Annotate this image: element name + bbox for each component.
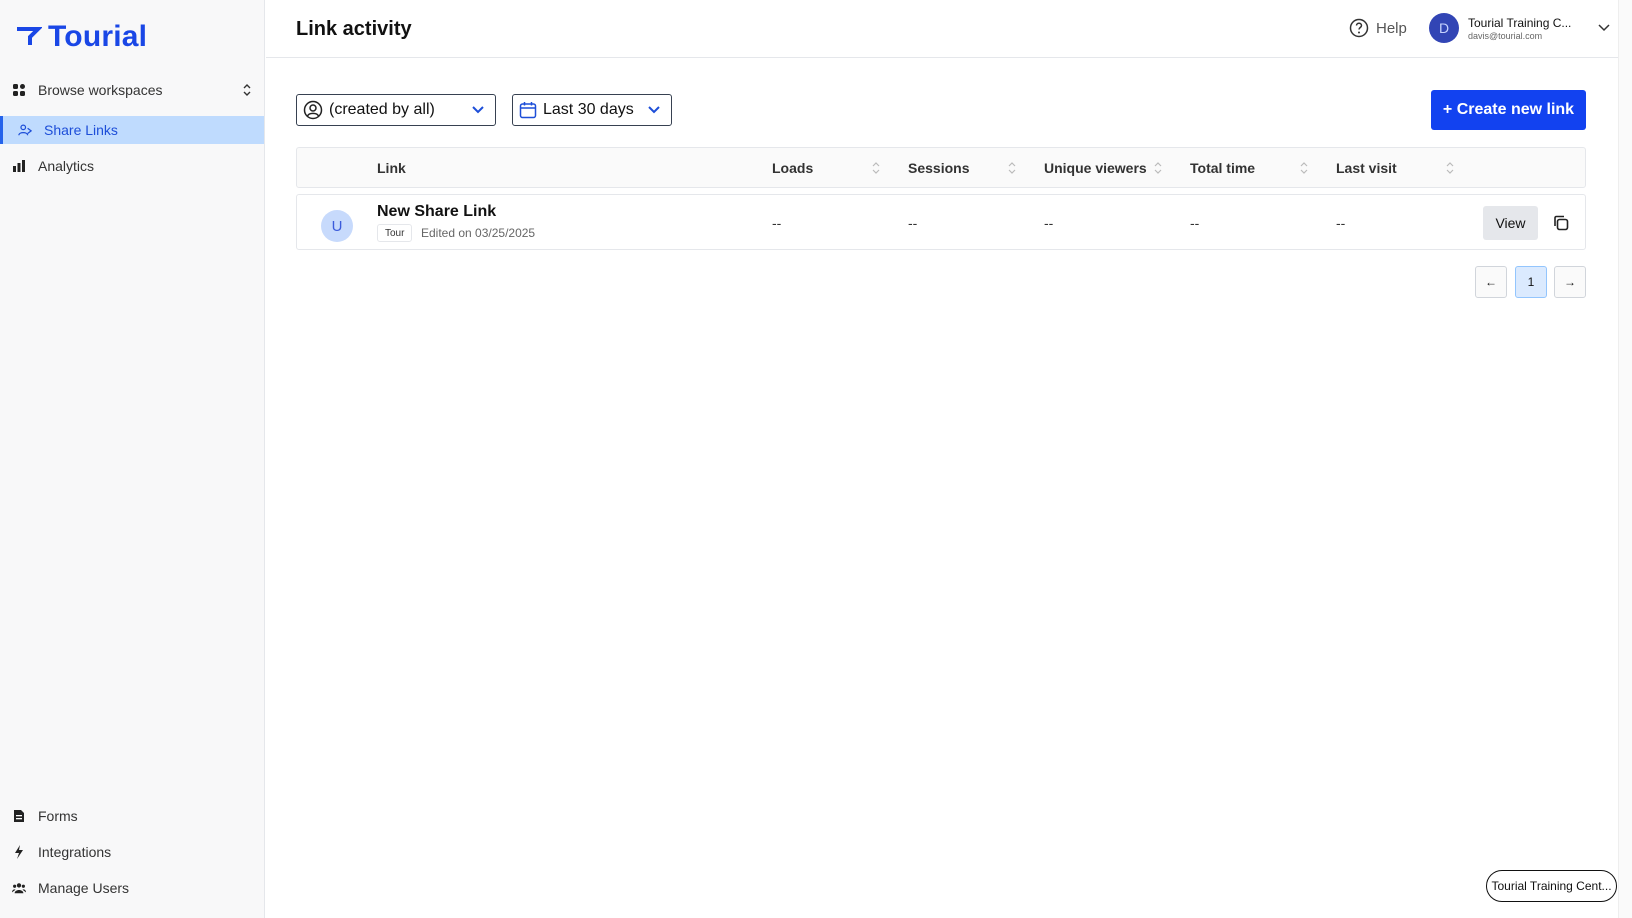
sidebar-item-share-links[interactable]: Share Links bbox=[0, 116, 264, 144]
user-name: Tourial Training C... bbox=[1468, 15, 1572, 30]
page-title: Link activity bbox=[296, 18, 412, 40]
bar-chart-icon bbox=[12, 159, 26, 173]
create-new-link-button[interactable]: + Create new link bbox=[1431, 90, 1586, 130]
user-email: davis@tourial.com bbox=[1468, 30, 1543, 41]
view-button[interactable]: View bbox=[1483, 206, 1538, 240]
document-icon bbox=[12, 809, 26, 823]
chevron-down-icon bbox=[648, 106, 660, 114]
column-header-last-visit[interactable]: Last visit bbox=[1336, 160, 1397, 176]
sort-icon[interactable] bbox=[1154, 161, 1162, 175]
date-range-value: Last 30 days bbox=[543, 101, 634, 118]
column-header-sessions[interactable]: Sessions bbox=[908, 160, 969, 176]
sidebar-item-label: Analytics bbox=[38, 158, 95, 174]
sidebar-item-forms[interactable]: Forms bbox=[0, 802, 264, 830]
sidebar-item-label: Forms bbox=[38, 808, 78, 824]
sidebar-item-analytics[interactable]: Analytics bbox=[0, 152, 264, 180]
help-button[interactable]: Help bbox=[1349, 18, 1407, 38]
calendar-icon bbox=[519, 102, 537, 119]
bolt-icon bbox=[12, 845, 26, 859]
updown-chevron-icon bbox=[242, 83, 252, 100]
sidebar-item-integrations[interactable]: Integrations bbox=[0, 838, 264, 866]
copy-icon[interactable] bbox=[1552, 214, 1570, 232]
sidebar-item-label: Integrations bbox=[38, 844, 112, 860]
date-range-select[interactable]: Last 30 days bbox=[512, 94, 672, 126]
pagination-prev-button[interactable]: ← bbox=[1475, 266, 1507, 298]
page-header: Link activity Help D Tourial Training C.… bbox=[266, 0, 1618, 58]
tourial-logo[interactable]: Tourial bbox=[14, 20, 147, 54]
chevron-down-icon bbox=[472, 106, 484, 114]
link-type-badge: Tour bbox=[377, 224, 413, 242]
sort-icon[interactable] bbox=[1300, 161, 1308, 175]
pagination-next-button[interactable]: → bbox=[1554, 266, 1586, 298]
link-avatar: U bbox=[321, 210, 353, 242]
table-header: Link Loads Sessions Unique viewers Total… bbox=[296, 147, 1586, 188]
help-label: Help bbox=[1376, 19, 1407, 37]
pagination-page-1[interactable]: 1 bbox=[1515, 266, 1547, 298]
sidebar: Tourial Browse workspaces Share Links An… bbox=[0, 0, 265, 918]
table-row[interactable]: U New Share Link Tour Edited on 03/25/20… bbox=[296, 194, 1586, 250]
column-header-loads[interactable]: Loads bbox=[772, 160, 813, 176]
creator-filter-select[interactable]: (created by all) bbox=[296, 94, 496, 126]
user-menu[interactable]: D Tourial Training C... davis@tourial.co… bbox=[1429, 13, 1611, 43]
chevron-down-icon bbox=[1597, 19, 1611, 37]
avatar: D bbox=[1429, 13, 1459, 43]
cell-last-visit: -- bbox=[1336, 215, 1346, 231]
link-edited-date: Edited on 03/25/2025 bbox=[421, 226, 536, 240]
users-icon bbox=[12, 881, 26, 895]
workspace-switcher[interactable]: Browse workspaces bbox=[0, 76, 264, 104]
sidebar-item-manage-users[interactable]: Manage Users bbox=[0, 874, 264, 902]
cell-loads: -- bbox=[772, 215, 782, 231]
column-header-total-time[interactable]: Total time bbox=[1190, 160, 1255, 176]
logo-text: Tourial bbox=[48, 20, 148, 53]
link-title[interactable]: New Share Link bbox=[377, 203, 496, 221]
cell-sessions: -- bbox=[908, 215, 918, 231]
column-header-link[interactable]: Link bbox=[377, 160, 406, 176]
sort-icon[interactable] bbox=[1446, 161, 1454, 175]
creator-filter-value: (created by all) bbox=[329, 101, 435, 118]
organization-switcher-pill[interactable]: Tourial Training Cent... bbox=[1486, 870, 1617, 902]
tourial-logo-icon bbox=[17, 27, 42, 45]
share-users-icon bbox=[18, 123, 32, 137]
scrollbar-track[interactable] bbox=[1618, 0, 1632, 918]
sort-icon[interactable] bbox=[872, 161, 880, 175]
cell-total-time: -- bbox=[1190, 215, 1200, 231]
sort-icon[interactable] bbox=[1008, 161, 1016, 175]
sidebar-item-label: Share Links bbox=[44, 122, 118, 138]
grid-icon bbox=[12, 83, 26, 97]
cell-unique-viewers: -- bbox=[1044, 215, 1054, 231]
help-circle-icon bbox=[1349, 18, 1369, 38]
column-header-unique-viewers[interactable]: Unique viewers bbox=[1044, 160, 1147, 176]
sidebar-item-label: Manage Users bbox=[38, 880, 130, 896]
workspace-switcher-label: Browse workspaces bbox=[38, 82, 163, 98]
user-circle-icon bbox=[303, 100, 323, 120]
